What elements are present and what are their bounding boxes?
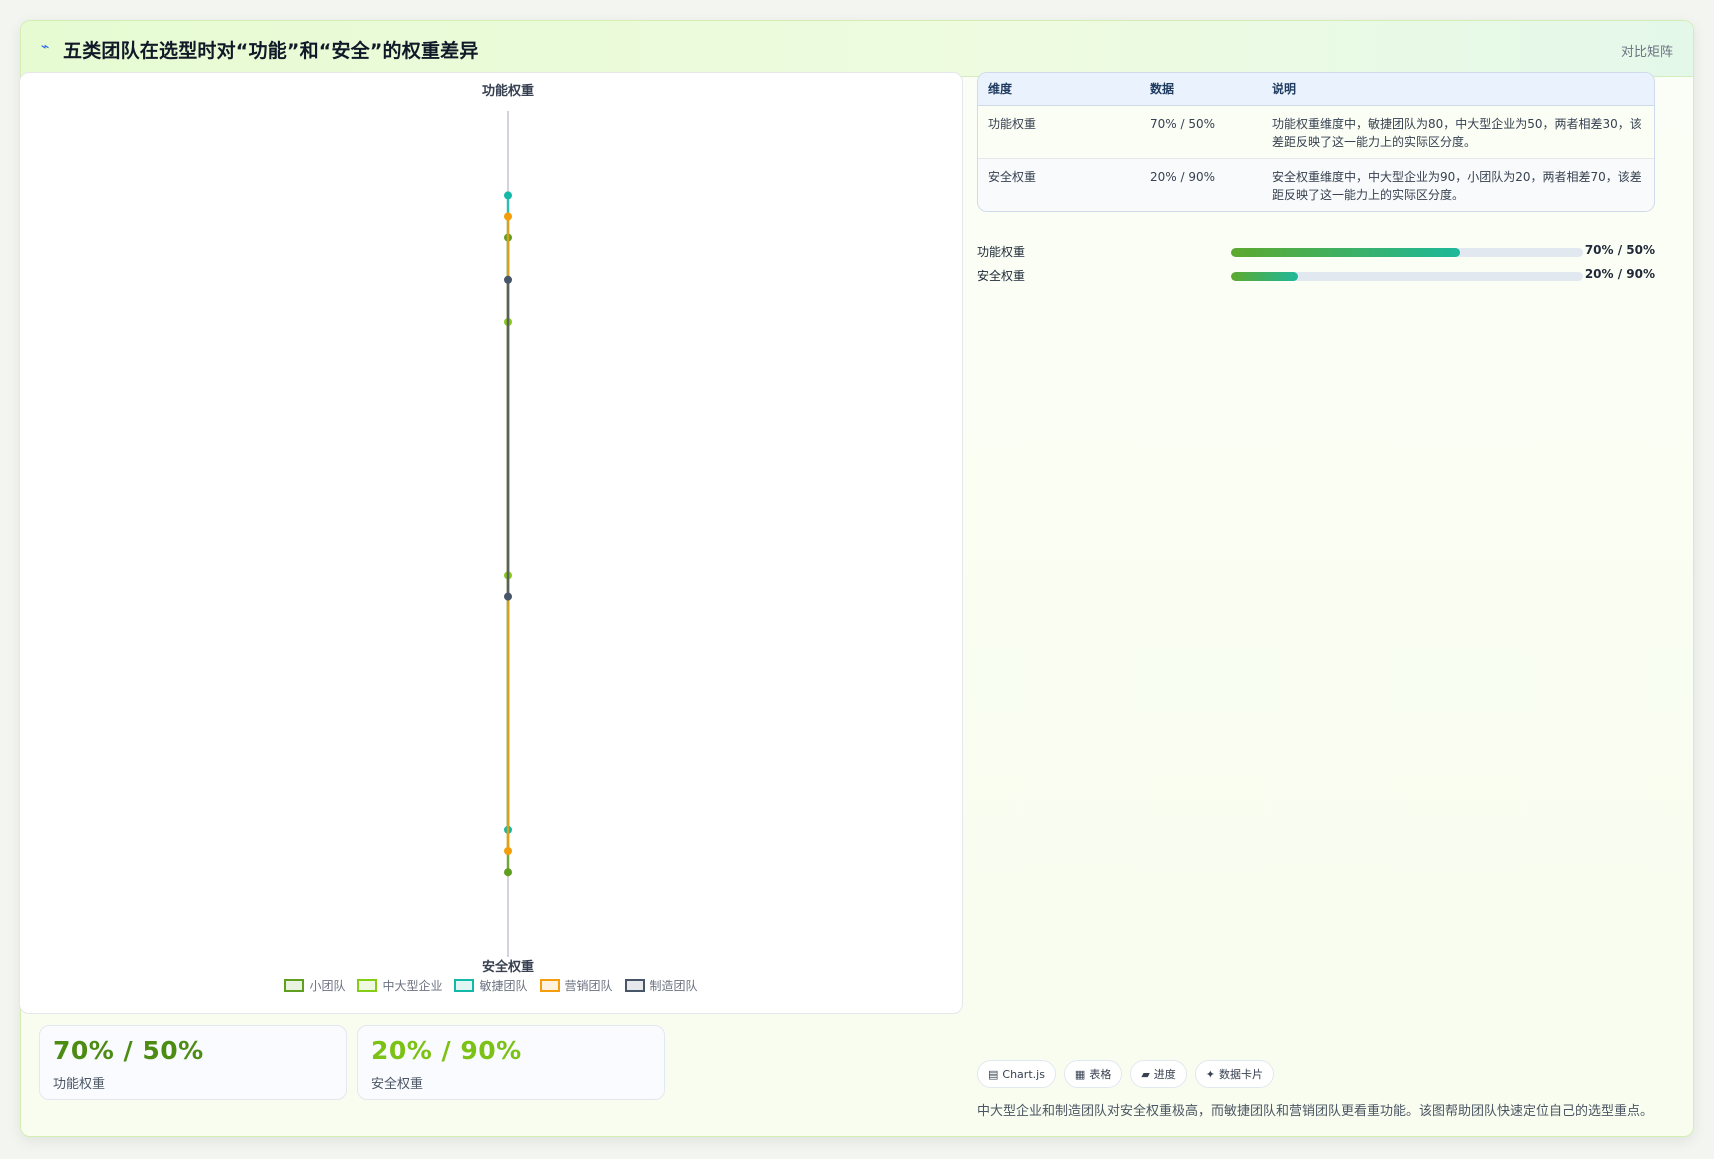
- legend-swatch: [624, 979, 645, 992]
- parallel-coordinates-chart: 功能权重安全权重: [482, 83, 534, 973]
- cell-data: 70% / 50%: [1150, 116, 1216, 131]
- view-mode-label: 对比矩阵: [1620, 45, 1673, 60]
- chip-label: 进度: [1153, 1068, 1176, 1081]
- legend-item[interactable]: 小团队: [284, 977, 345, 994]
- chip-table[interactable]: ▦ 表格: [1063, 1060, 1123, 1088]
- progress-track: [1231, 248, 1583, 257]
- axis-label-function: 功能权重: [482, 83, 534, 99]
- trend-icon: ⌁: [41, 39, 50, 55]
- chip-label: 数据卡片: [1219, 1068, 1264, 1081]
- sparkle-icon: ✦: [1205, 1067, 1216, 1081]
- progress-value: 70% / 50%: [1584, 243, 1655, 257]
- legend-label: 敏捷团队: [479, 979, 528, 993]
- page-title: 五类团队在选型时对“功能”和“安全”的权重差异: [63, 40, 479, 62]
- legend-label: 营销团队: [564, 979, 613, 993]
- cell-data: 20% / 90%: [1150, 169, 1216, 184]
- legend-swatch: [454, 979, 475, 992]
- data-point-function-5: [504, 275, 512, 284]
- data-point-function-3: [504, 191, 512, 200]
- stat-card-function: 70% / 50% 功能权重: [39, 1025, 347, 1100]
- chip-progress[interactable]: ▰ 进度: [1130, 1060, 1187, 1088]
- progress-value: 20% / 90%: [1584, 267, 1655, 281]
- cell-dimension: 安全权重: [988, 169, 1037, 184]
- column-header: 说明: [1262, 73, 1654, 106]
- column-header: 维度: [978, 73, 1140, 106]
- data-point-function-4: [504, 212, 512, 221]
- data-point-security-4: [504, 847, 512, 855]
- chip-chartjs[interactable]: ▤ Chart.js: [977, 1060, 1056, 1088]
- table-row: 安全权重 20% / 90% 安全权重维度中，中大型企业为90，小团队为20，两…: [978, 158, 1654, 211]
- table-icon: ▦: [1074, 1067, 1086, 1081]
- axis-label-security: 安全权重: [482, 959, 534, 973]
- progress-fill: [1231, 272, 1298, 281]
- legend-label: 小团队: [309, 979, 346, 993]
- progress-label: 功能权重: [977, 245, 1026, 259]
- comparison-table: 维度 数据 说明 功能权重 70% / 50% 功能权重维度中，敏捷团队为80，…: [977, 72, 1655, 212]
- legend-swatch: [539, 979, 560, 992]
- progress-row-security: 安全权重 20% / 90%: [977, 267, 1655, 283]
- data-point-security-5: [504, 592, 512, 601]
- legend-label: 中大型企业: [382, 979, 443, 993]
- feature-chips: ▤ Chart.js ▦ 表格 ▰ 进度 ✦ 数据卡片: [977, 1060, 1275, 1088]
- summary-text: 中大型企业和制造团队对安全权重极高，而敏捷团队和营销团队更看重功能。该图帮助团队…: [977, 1104, 1654, 1119]
- chip-data-card[interactable]: ✦ 数据卡片: [1194, 1060, 1275, 1088]
- parallel-chart-panel: 功能权重安全权重 小团队 中大型企业 敏捷团队 营销团队 制造团队: [19, 72, 963, 1014]
- chart-legend: 小团队 中大型企业 敏捷团队 营销团队 制造团队: [20, 977, 962, 994]
- chip-label: Chart.js: [1002, 1067, 1045, 1081]
- cell-dimension: 功能权重: [988, 116, 1037, 131]
- progress-fill: [1231, 248, 1460, 257]
- legend-item[interactable]: 中大型企业: [357, 977, 442, 994]
- progress-track: [1231, 272, 1583, 281]
- column-header: 数据: [1140, 73, 1262, 106]
- cell-description: 安全权重维度中，中大型企业为90，小团队为20，两者相差70，该差距反映了这一能…: [1272, 169, 1642, 202]
- chart-icon: ▤: [988, 1067, 999, 1081]
- table-row: 功能权重 70% / 50% 功能权重维度中，敏捷团队为80，中大型企业为50，…: [978, 105, 1654, 158]
- stat-value: 70% / 50%: [53, 1036, 204, 1065]
- cell-description: 功能权重维度中，敏捷团队为80，中大型企业为50，两者相差30，该差距反映了这一…: [1272, 116, 1642, 149]
- stat-label: 安全权重: [371, 1077, 424, 1092]
- progress-icon: ▰: [1141, 1067, 1150, 1081]
- legend-label: 制造团队: [649, 979, 698, 993]
- table-header-row: 维度 数据 说明: [978, 73, 1654, 106]
- legend-item[interactable]: 营销团队: [539, 977, 613, 994]
- legend-item[interactable]: 敏捷团队: [454, 977, 528, 994]
- legend-swatch: [284, 979, 305, 992]
- legend-swatch: [357, 979, 378, 992]
- progress-row-function: 功能权重 70% / 50%: [977, 243, 1655, 259]
- data-point-security-1: [504, 868, 512, 877]
- chip-label: 表格: [1089, 1068, 1112, 1081]
- stat-card-security: 20% / 90% 安全权重: [357, 1025, 665, 1100]
- header-bar: ⌁ 五类团队在选型时对“功能”和“安全”的权重差异 对比矩阵: [21, 21, 1693, 77]
- legend-item[interactable]: 制造团队: [624, 977, 698, 994]
- stat-label: 功能权重: [53, 1077, 106, 1092]
- progress-label: 安全权重: [977, 269, 1026, 283]
- stat-value: 20% / 90%: [371, 1036, 522, 1065]
